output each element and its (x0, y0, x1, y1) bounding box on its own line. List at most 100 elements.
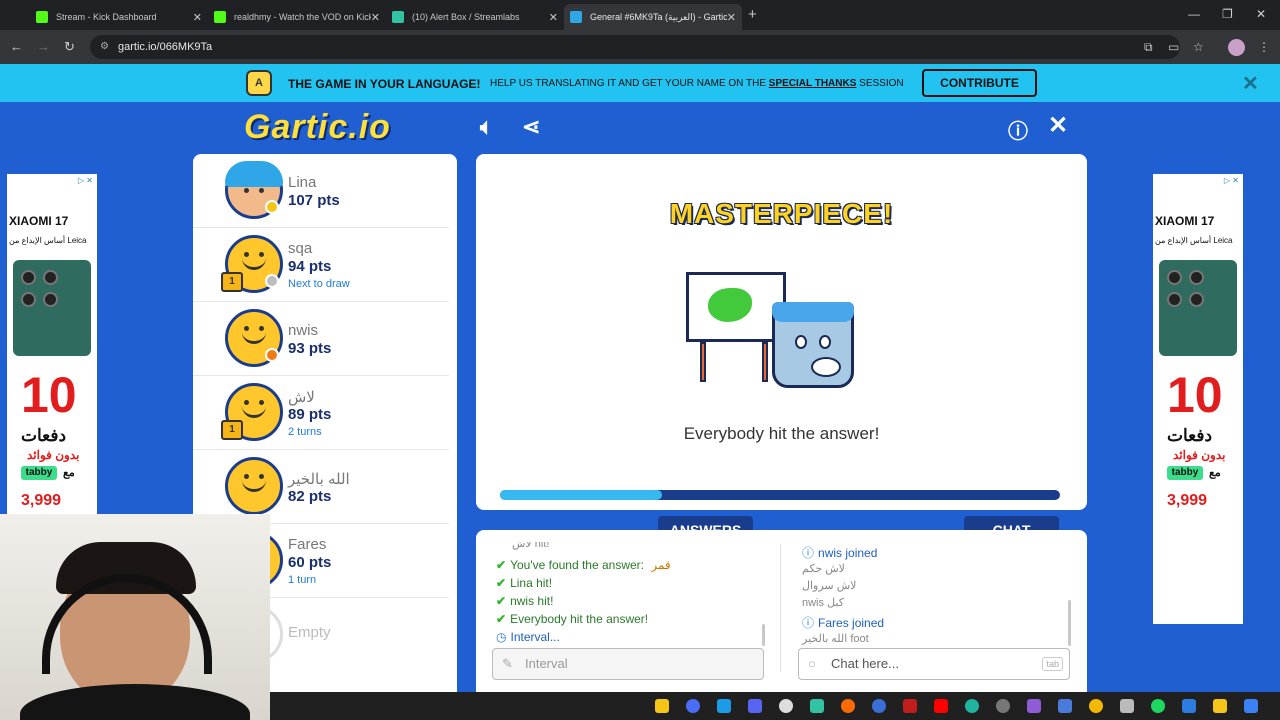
discord-icon[interactable] (748, 699, 762, 713)
youtube-icon[interactable] (934, 699, 948, 713)
sound-icon[interactable]: 🔈︎ (480, 114, 493, 140)
spotify-icon[interactable] (1151, 699, 1165, 713)
right-advertisement[interactable]: ▷ ✕ XIAOMI 17 أساس الإبداع من Leica 10 د… (1153, 174, 1243, 624)
new-tab-icon[interactable]: + (748, 6, 757, 23)
forward-icon[interactable]: → (37, 39, 50, 54)
ad-with: مع (1209, 467, 1221, 479)
cast-icon[interactable]: ▭ (1168, 40, 1179, 54)
banner-sub-suffix: SESSION (859, 78, 904, 89)
gartic-logo: Gartic.io (244, 108, 391, 146)
file-explorer-icon[interactable] (1213, 699, 1227, 713)
share-icon[interactable]: ⋖ (522, 114, 540, 140)
translate-icon[interactable]: ⧉ (1144, 40, 1153, 55)
steam-icon[interactable] (717, 699, 731, 713)
url-text: gartic.io/066MK9Ta (118, 41, 213, 53)
kick-icon (214, 11, 226, 23)
profile-avatar[interactable] (1228, 39, 1245, 56)
taskbar-app-icon[interactable] (1244, 699, 1258, 713)
taskbar-app-icon[interactable] (1027, 699, 1041, 713)
answers-scrollbar[interactable] (762, 624, 765, 646)
chat-message: لاش سروال (802, 580, 857, 592)
phone-image (1159, 260, 1237, 356)
url-field[interactable]: ⚙ gartic.io/066MK9Ta (90, 35, 1180, 59)
close-tab-icon[interactable]: ✕ (727, 11, 736, 24)
browser-tab-bar: Stream - Kick Dashboard ✕ realdhmy - Wat… (0, 0, 1280, 30)
special-thanks-link[interactable]: SPECIAL THANKS (769, 78, 857, 89)
phone-image (13, 260, 91, 356)
check-icon: ✔ (496, 558, 507, 572)
search-icon: ○ (808, 656, 816, 671)
contribute-button[interactable]: CONTRIBUTE (922, 69, 1037, 97)
player-note: 1 turn (288, 574, 317, 586)
site-info-icon[interactable]: ⚙ (100, 35, 109, 59)
chat-scrollbar[interactable] (1068, 600, 1071, 646)
info-icon: ⓘ (802, 546, 815, 560)
banner-headline: THE GAME IN YOUR LANGUAGE! (288, 77, 481, 91)
taskbar-app-icon[interactable] (841, 699, 855, 713)
back-icon[interactable]: ← (10, 39, 23, 54)
player-note: Next to draw (288, 278, 350, 290)
media-player-icon[interactable] (996, 699, 1010, 713)
ad-with: مع (63, 467, 75, 479)
info-icon[interactable]: ⓘ (1008, 115, 1028, 144)
answer-message: ✔ Lina hit! (496, 576, 553, 590)
check-icon: ✔ (496, 612, 507, 626)
answer-message: ✔ You've found the answer: قمر (496, 558, 671, 572)
player-row[interactable]: nwis 93 pts (193, 302, 449, 376)
chat-input[interactable]: ○ Chat here... tab (798, 648, 1070, 680)
trophy-icon: 1 (221, 420, 243, 440)
browser-tab[interactable]: (10) Alert Box / Streamlabs ✕ (386, 4, 564, 30)
obs-icon[interactable] (779, 699, 793, 713)
taskbar-app-icon[interactable] (872, 699, 886, 713)
player-row[interactable]: 1 لاش 89 pts 2 turns (193, 376, 449, 450)
player-name: nwis (288, 322, 319, 339)
menu-dots-icon[interactable]: ⋮ (1258, 40, 1270, 54)
tabby-logo: tabby (1167, 466, 1203, 480)
browser-tab[interactable]: realdhmy - Watch the VOD on Kick ✕ (208, 4, 386, 30)
browser-tab[interactable]: Stream - Kick Dashboard ✕ (30, 4, 208, 30)
bookmark-star-icon[interactable]: ☆ (1193, 40, 1204, 54)
streamlabs-icon[interactable] (810, 699, 824, 713)
answer-message: ✔ nwis hit! (496, 594, 554, 608)
taskbar-app-icon[interactable] (1182, 699, 1196, 713)
close-tab-icon[interactable]: ✕ (371, 11, 380, 24)
taskbar-app-icon[interactable] (686, 699, 700, 713)
player-avatar (225, 457, 283, 515)
check-icon: ✔ (496, 576, 507, 590)
player-row[interactable]: الله بالخير 82 pts (193, 450, 449, 524)
chat-message: ⓘ nwis joined (802, 546, 878, 560)
close-window-icon[interactable]: ✕ (1256, 7, 1266, 21)
trophy-icon: 1 (221, 272, 243, 292)
check-icon: ✔ (496, 594, 507, 608)
ad-big-number: 10 (21, 367, 77, 423)
edge-icon[interactable] (965, 699, 979, 713)
taskbar-app-icon[interactable] (1120, 699, 1134, 713)
reload-icon[interactable]: ↻ (64, 39, 75, 55)
ad-price: 3,999 (1167, 492, 1208, 509)
exit-game-icon[interactable]: ✕ (1048, 111, 1068, 140)
browser-tab-active[interactable]: General #6MK9Ta (العربية) - Gartic.io ✕ (564, 4, 742, 30)
restore-icon[interactable]: ❐ (1222, 7, 1233, 21)
player-row[interactable]: Lina 107 pts (193, 154, 449, 228)
player-points: 82 pts (288, 488, 332, 505)
ad-price: 3,999 (21, 492, 62, 509)
chrome-icon[interactable] (1089, 699, 1103, 713)
close-tab-icon[interactable]: ✕ (193, 11, 202, 24)
ad-tagline: أساس الإبداع من Leica (9, 236, 87, 245)
ad-choices-icon[interactable]: ▷ ✕ (1224, 176, 1239, 185)
player-note: 2 turns (288, 426, 322, 438)
player-row[interactable]: 1 sqa 94 pts Next to draw (193, 228, 449, 302)
answer-input[interactable]: ✎ Interval (492, 648, 764, 680)
taskbar-app-icon[interactable] (655, 699, 669, 713)
close-tab-icon[interactable]: ✕ (549, 11, 558, 24)
answer-message: ◷ Interval... (496, 630, 560, 644)
taskbar-app-icon[interactable] (903, 699, 917, 713)
info-icon: ⓘ (802, 616, 815, 630)
close-banner-icon[interactable]: ✕ (1242, 71, 1259, 96)
ad-big-number: 10 (1167, 367, 1223, 423)
ad-choices-icon[interactable]: ▷ ✕ (78, 176, 93, 185)
minimize-icon[interactable]: — (1188, 7, 1200, 21)
drawing-canvas[interactable]: MASTERPIECE! Everybody hit the answer! (476, 154, 1087, 510)
player-points: 94 pts (288, 258, 332, 275)
taskbar-app-icon[interactable] (1058, 699, 1072, 713)
